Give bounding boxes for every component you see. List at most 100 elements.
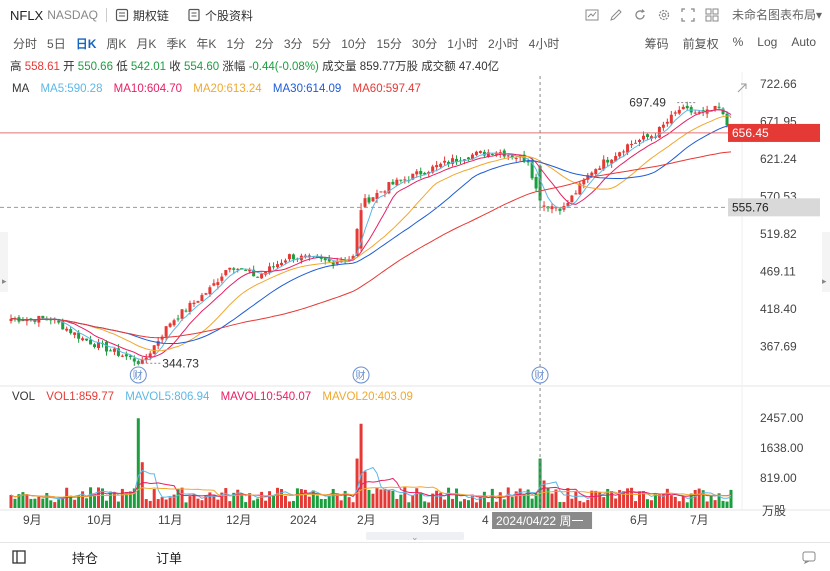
volume-bar	[188, 496, 192, 508]
candle-body	[21, 320, 25, 322]
candle-body	[717, 106, 721, 108]
volume-bar	[598, 491, 602, 508]
volume-tick-0: 2457.00	[760, 411, 804, 425]
candle-body	[104, 341, 108, 352]
candle-body	[697, 111, 701, 113]
volume-bar	[9, 494, 13, 508]
volume-bar	[283, 495, 287, 508]
candle-body	[244, 269, 248, 271]
candle-body	[212, 283, 216, 286]
volume-bar	[673, 496, 677, 508]
candle-body	[176, 318, 180, 320]
volume-bar	[451, 498, 455, 508]
volume-bar	[291, 500, 295, 508]
volume-bar	[494, 501, 498, 508]
volume-bar	[160, 497, 164, 508]
candle-body	[89, 339, 93, 345]
candle-body	[685, 105, 689, 109]
volume-bar	[709, 495, 713, 508]
volume-bar	[97, 487, 101, 508]
candle-body	[287, 254, 291, 260]
volume-bar	[260, 491, 264, 508]
candle-body	[216, 282, 220, 286]
volume-bar	[419, 492, 423, 508]
volume-bar	[578, 500, 582, 508]
candle-body	[622, 151, 626, 153]
candle-body	[395, 179, 399, 186]
candle-body	[399, 179, 403, 181]
x-label-5: 2月	[357, 513, 376, 527]
left-arrow-icon: ▸	[2, 276, 7, 286]
volume-bar	[104, 500, 108, 508]
volume-bar	[725, 501, 729, 508]
volume-bar	[41, 498, 45, 508]
volume-bar	[252, 500, 256, 508]
volume-bar	[530, 498, 534, 508]
volume-bar	[276, 487, 280, 508]
high-annotation: 697.49	[629, 96, 666, 110]
candle-body	[272, 266, 276, 268]
right-arrow-icon: ▸	[822, 276, 827, 286]
volume-bar	[295, 488, 299, 508]
volume-bar	[387, 490, 391, 508]
volume-bar	[602, 497, 606, 508]
volume-bar	[264, 500, 268, 508]
candle-body	[69, 329, 73, 334]
candle-body	[466, 157, 470, 160]
volume-bar	[443, 499, 447, 508]
volume-bar	[25, 494, 29, 508]
low-annotation: 344.73	[162, 356, 199, 370]
volume-bar	[351, 502, 355, 508]
candle-body	[630, 143, 634, 145]
candle-body	[180, 309, 184, 319]
volume-bar	[168, 497, 172, 508]
bottom-bar: 持仓 订单	[0, 542, 830, 571]
candle-body	[41, 315, 45, 319]
volume-bar	[685, 502, 689, 508]
chat-icon[interactable]	[802, 550, 816, 564]
panel-toggle-icon[interactable]	[12, 550, 26, 564]
candle-body	[188, 302, 192, 313]
candle-body	[403, 179, 407, 181]
candle-body	[538, 165, 542, 201]
candle-body	[435, 165, 439, 168]
candle-body	[228, 267, 232, 270]
x-label-8: 6月	[630, 513, 649, 527]
volume-bar	[713, 500, 717, 508]
volume-unit-label: 万股	[762, 504, 786, 518]
volume-bar	[510, 496, 514, 508]
volume-bar	[705, 501, 709, 508]
volume-bar	[359, 423, 363, 508]
volume-bar	[486, 502, 490, 508]
candle-body	[184, 310, 188, 312]
candle-body	[220, 276, 224, 281]
price-tick-0: 722.66	[760, 77, 797, 91]
volume-bar	[196, 498, 200, 508]
candle-body	[490, 153, 494, 155]
candle-body	[124, 354, 128, 357]
volume-bar	[693, 489, 697, 508]
volume-bar	[574, 490, 578, 508]
volume-bar	[669, 495, 673, 508]
candle-body	[534, 176, 538, 189]
candle-body	[283, 260, 287, 263]
candle-body	[164, 326, 168, 337]
candle-body	[200, 295, 204, 302]
candlestick-chart[interactable]: ▸ ▸722.66671.95621.24570.53519.82469.1141…	[0, 0, 830, 542]
volume-bar	[502, 499, 506, 508]
volume-bar	[287, 501, 291, 508]
orders-tab[interactable]: 订单	[156, 548, 182, 567]
positions-tab[interactable]: 持仓	[72, 548, 98, 567]
volume-bar	[594, 490, 598, 508]
volume-bar	[490, 488, 494, 508]
candle-body	[371, 197, 375, 202]
volume-bar	[546, 487, 550, 508]
volume-bar	[391, 490, 395, 508]
earnings-marker-label-1: 财	[356, 369, 366, 382]
volume-bar	[200, 500, 204, 508]
candle-body	[85, 338, 89, 341]
candle-body	[598, 168, 602, 170]
candle-body	[566, 202, 570, 206]
earnings-marker-label-2: 财	[535, 369, 545, 382]
volume-bar	[570, 498, 574, 508]
